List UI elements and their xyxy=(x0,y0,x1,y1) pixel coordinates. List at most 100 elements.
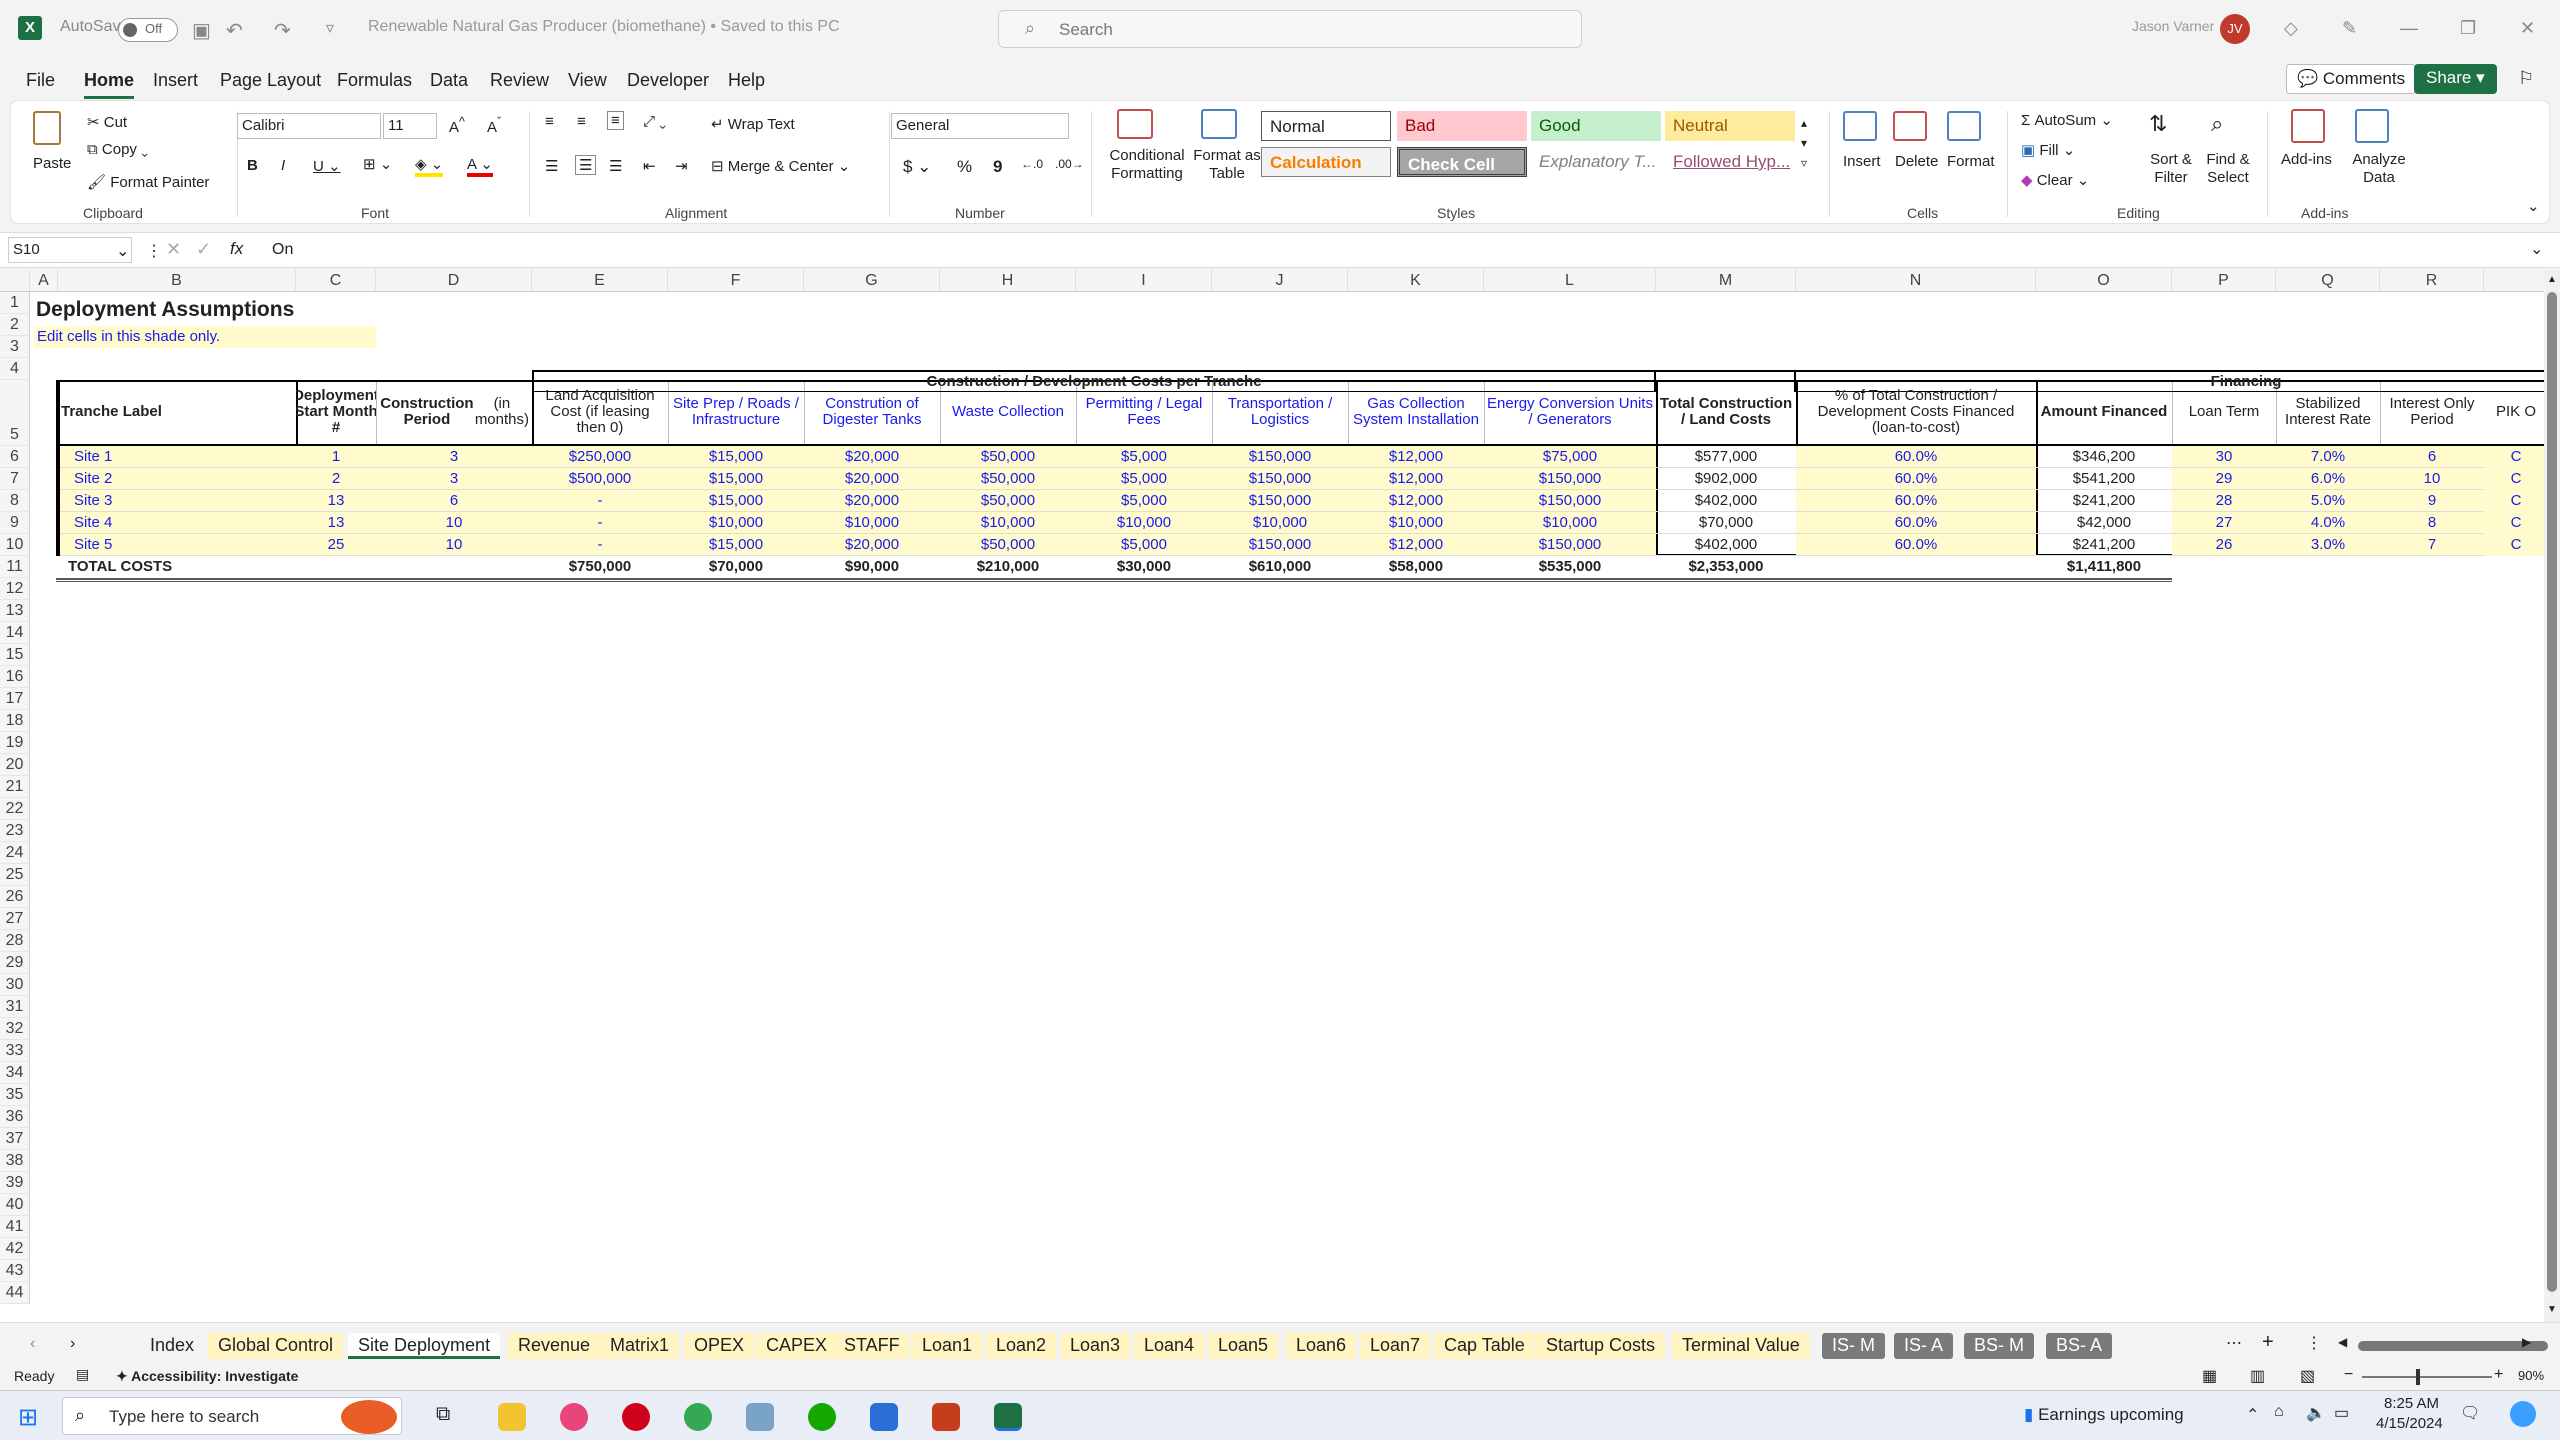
enter-icon[interactable]: ✓ xyxy=(196,239,211,260)
zoom-in-icon[interactable]: + xyxy=(2494,1366,2503,1384)
cell-waste[interactable]: $50,000 xyxy=(940,446,1076,468)
taskbar-search[interactable]: ⌕ Type here to search xyxy=(62,1397,402,1435)
header-term[interactable]: Loan Term xyxy=(2172,380,2276,446)
underline-button[interactable]: U ⌄ xyxy=(313,157,341,175)
feedback-icon[interactable]: ⚐ xyxy=(2518,68,2534,89)
row-header[interactable]: 27 xyxy=(0,908,30,930)
tab-page-layout[interactable]: Page Layout xyxy=(220,70,321,91)
cell-gas[interactable]: $12,000 xyxy=(1348,490,1484,512)
cell-land[interactable]: - xyxy=(532,490,668,512)
cell-io[interactable]: 9 xyxy=(2380,490,2484,512)
upwork-icon[interactable] xyxy=(808,1403,836,1431)
row-header[interactable]: 5 xyxy=(0,380,30,446)
cell-start[interactable]: 13 xyxy=(296,512,376,534)
cell-financed[interactable]: $42,000 xyxy=(2036,512,2172,534)
column-header-n[interactable]: N xyxy=(1796,270,2036,292)
row-header[interactable]: 18 xyxy=(0,710,30,732)
bold-button[interactable]: B xyxy=(247,157,258,174)
fill-color-icon[interactable]: ◈ ⌄ xyxy=(415,155,444,177)
formula-input[interactable]: On xyxy=(272,241,293,259)
tab-help[interactable]: Help xyxy=(728,70,765,91)
cell-waste[interactable]: $10,000 xyxy=(940,512,1076,534)
cut-button[interactable]: ✂ Cut xyxy=(87,113,127,131)
more-options-icon[interactable]: ⋮ xyxy=(146,241,162,261)
tab-formulas[interactable]: Formulas xyxy=(337,70,412,91)
cell-transport[interactable]: $150,000 xyxy=(1212,534,1348,556)
redo-icon[interactable]: ↷ xyxy=(274,18,291,43)
clock-date[interactable]: 4/15/2024 xyxy=(2376,1415,2443,1432)
style-normal[interactable]: Normal xyxy=(1261,111,1391,141)
align-top-icon[interactable]: ≡ xyxy=(545,113,554,130)
cell-siteprep[interactable]: $15,000 xyxy=(668,446,804,468)
row-header[interactable]: 21 xyxy=(0,776,30,798)
style-explanatory[interactable]: Explanatory T... xyxy=(1531,147,1661,177)
column-header-d[interactable]: D xyxy=(376,270,532,292)
addins-button[interactable]: Add-ins xyxy=(2281,151,2332,168)
clear-button[interactable]: ◆ Clear ⌄ xyxy=(2021,171,2089,189)
row-header[interactable]: 15 xyxy=(0,644,30,666)
row-header[interactable]: 1 xyxy=(0,292,30,314)
cell-rate[interactable]: 7.0% xyxy=(2276,446,2380,468)
cell-financed[interactable]: $541,200 xyxy=(2036,468,2172,490)
sheet-tab-loan7[interactable]: Loan7 xyxy=(1360,1333,1431,1359)
totals-label[interactable]: TOTAL COSTS xyxy=(58,556,296,578)
row-header[interactable]: 20 xyxy=(0,754,30,776)
cell-siteprep[interactable]: $15,000 xyxy=(668,534,804,556)
header-pct[interactable]: % of Total Construction / Development Co… xyxy=(1796,380,2036,446)
cell-energy[interactable]: $150,000 xyxy=(1484,534,1656,556)
row-header[interactable]: 9 xyxy=(0,512,30,534)
name-box-dropdown-icon[interactable]: ⌄ xyxy=(116,241,129,261)
cell-total[interactable]: $902,000 xyxy=(1656,468,1796,490)
analyze-data-icon[interactable] xyxy=(2355,109,2389,143)
powerpoint-icon[interactable] xyxy=(932,1403,960,1431)
header-energy[interactable]: Energy Conversion Units / Generators xyxy=(1484,380,1656,446)
sheet-tab-cap-table[interactable]: Cap Table xyxy=(1434,1333,1535,1359)
style-check-cell[interactable]: Check Cell xyxy=(1397,147,1527,177)
tab-options-icon[interactable]: ⋮ xyxy=(2306,1333,2322,1353)
hscroll-left-icon[interactable]: ◀ xyxy=(2338,1335,2347,1349)
row-header[interactable]: 26 xyxy=(0,886,30,908)
row-header[interactable]: 11 xyxy=(0,556,30,578)
tab-file[interactable]: File xyxy=(26,70,55,91)
pen-icon[interactable]: ✎ xyxy=(2342,18,2357,39)
cell-pct[interactable]: 60.0% xyxy=(1796,512,2036,534)
paste-icon[interactable] xyxy=(33,111,61,145)
tab-review[interactable]: Review xyxy=(490,70,549,91)
cell-pct[interactable]: 60.0% xyxy=(1796,468,2036,490)
align-left-icon[interactable]: ☰ xyxy=(545,157,558,175)
format-cells-button[interactable]: Format xyxy=(1947,153,1995,170)
align-middle-icon[interactable]: ≡ xyxy=(577,113,586,130)
copy-button[interactable]: ⧉ Copy ⌄ xyxy=(87,141,148,158)
cell-rate[interactable]: 4.0% xyxy=(2276,512,2380,534)
total-gas[interactable]: $58,000 xyxy=(1348,556,1484,578)
column-header-g[interactable]: G xyxy=(804,270,940,292)
cell-land[interactable]: $500,000 xyxy=(532,468,668,490)
network-icon[interactable]: ⌂ xyxy=(2274,1403,2284,1421)
row-header[interactable]: 12 xyxy=(0,578,30,600)
horizontal-scroll-thumb[interactable] xyxy=(2358,1341,2548,1351)
cell-waste[interactable]: $50,000 xyxy=(940,468,1076,490)
cell-land[interactable]: - xyxy=(532,534,668,556)
input-shade-note[interactable]: Edit cells in this shade only. xyxy=(34,326,376,348)
cell-gas[interactable]: $12,000 xyxy=(1348,534,1484,556)
column-header-o[interactable]: O xyxy=(2036,270,2172,292)
row-header[interactable]: 13 xyxy=(0,600,30,622)
cell-pik[interactable]: C xyxy=(2484,468,2548,490)
find-select-icon[interactable]: ⌕ xyxy=(2211,111,2223,137)
cell-energy[interactable]: $150,000 xyxy=(1484,468,1656,490)
comments-button[interactable]: 💬 Comments xyxy=(2286,64,2417,94)
column-header-h[interactable]: H xyxy=(940,270,1076,292)
cell-term[interactable]: 26 xyxy=(2172,534,2276,556)
worksheet-grid[interactable]: ABCDEFGHIJKLMNOPQR 1 2 3 4 5 6 7 8 9 10 11 12 13 14 15… xyxy=(0,270,2548,1322)
row-header[interactable]: 31 xyxy=(0,996,30,1018)
cell-rate[interactable]: 6.0% xyxy=(2276,468,2380,490)
row-header[interactable]: 8 xyxy=(0,490,30,512)
total-waste[interactable]: $210,000 xyxy=(940,556,1076,578)
cell-total[interactable]: $577,000 xyxy=(1656,446,1796,468)
cell-start[interactable]: 1 xyxy=(296,446,376,468)
sheet-tab-site-deployment[interactable]: Site Deployment xyxy=(348,1333,501,1359)
cell-gas[interactable]: $12,000 xyxy=(1348,446,1484,468)
align-bottom-icon[interactable]: ≡ xyxy=(607,111,624,130)
avatar[interactable]: JV xyxy=(2220,14,2250,44)
header-tranche[interactable]: Tranche Label xyxy=(58,380,296,446)
